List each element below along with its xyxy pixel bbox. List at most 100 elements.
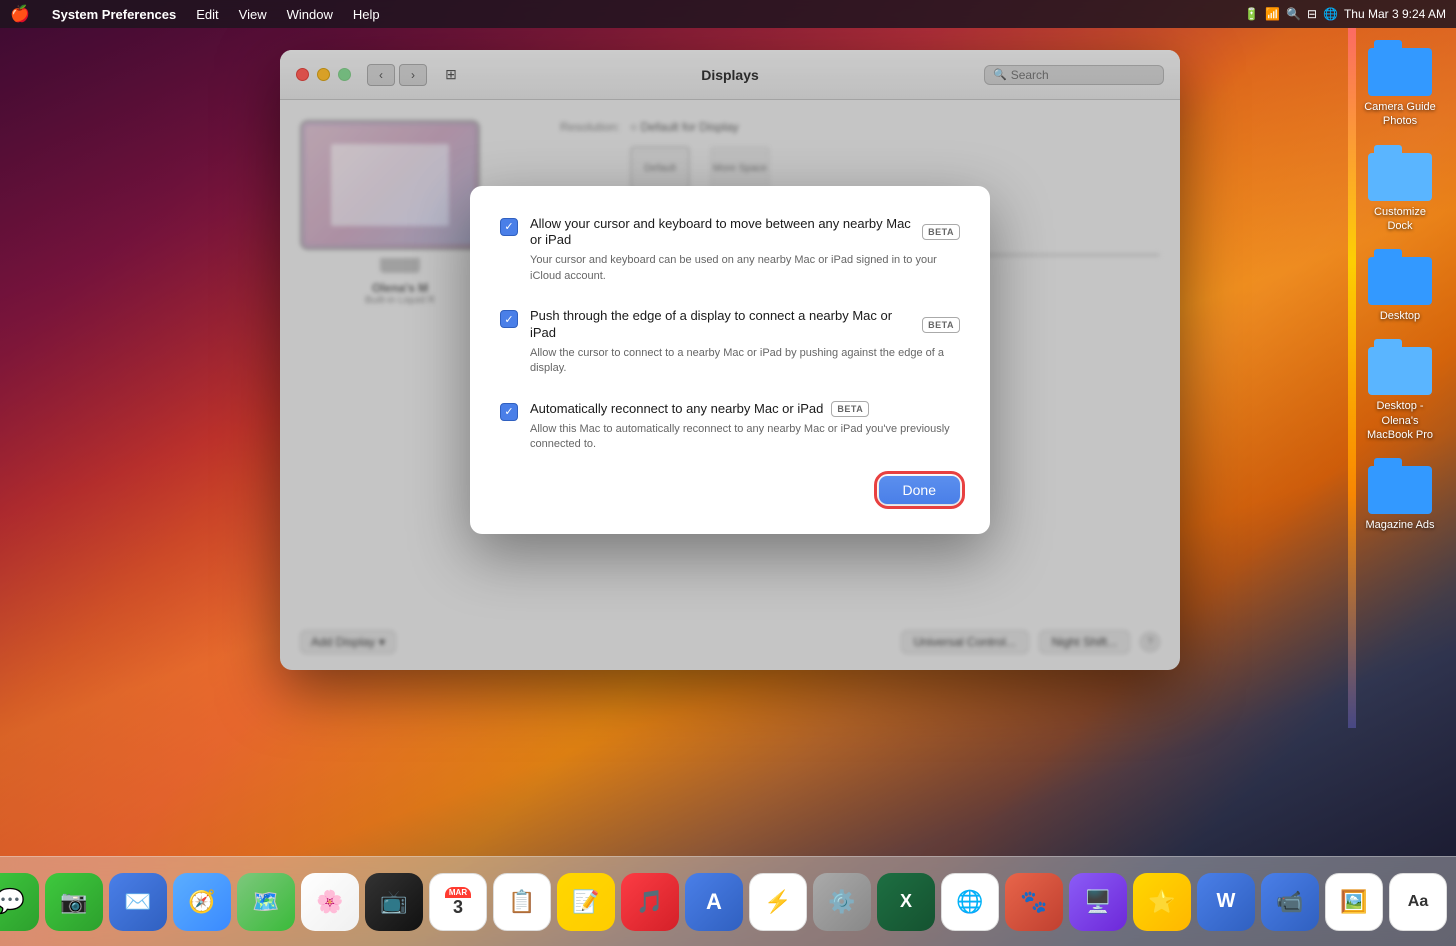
facetime-icon: 📷 [60,889,87,915]
menubar-help[interactable]: Help [345,0,388,28]
decorative-strip [1348,28,1356,728]
menubar-controlcenter[interactable]: ⊟ [1307,7,1317,21]
menubar-search[interactable]: 🔍 [1286,7,1301,21]
checkbox-option-1[interactable]: ✓ [500,218,518,236]
menubar-battery: 🔋 [1244,7,1259,21]
menubar-app-name[interactable]: System Preferences [44,0,184,28]
option-1-title-row: Allow your cursor and keyboard to move b… [530,216,960,250]
checkbox-option-3[interactable]: ✓ [500,403,518,421]
sysprefs-icon: ⚙️ [828,889,855,915]
desktop-icon-desktop-pro[interactable]: Desktop - Olena's MacBook Pro [1360,339,1440,442]
dock-zoom[interactable]: 📹 [1261,873,1319,931]
dock-calendar[interactable]: MAR 3 [429,873,487,931]
option-1-description: Your cursor and keyboard can be used on … [530,253,960,284]
desktop-icon-label: Desktop [1380,309,1420,323]
dock-reminders[interactable]: 📋 [493,873,551,931]
modal-option-3: ✓ Automatically reconnect to any nearby … [500,401,960,453]
messages-icon: 💬 [0,887,25,916]
excel-icon: X [900,891,912,912]
menubar-right: 🔋 📶 🔍 ⊟ 🌐 Thu Mar 3 9:24 AM [1244,7,1456,21]
photos-icon: 🌸 [316,889,343,915]
folder-icon-dock [1368,145,1432,201]
tv-icon: 📺 [380,889,407,915]
dock-notes[interactable]: 📝 [557,873,615,931]
option-2-beta-badge: BETA [922,317,960,333]
option-1-beta-badge: BETA [922,224,960,240]
menubar-left: 🍎 System Preferences Edit View Window He… [0,0,388,28]
dictionary-icon: Aa [1408,893,1428,911]
dock-preview[interactable]: 🖼️ [1325,873,1383,931]
dock-facetime[interactable]: 📷 [45,873,103,931]
stars-icon: ⭐ [1148,889,1175,915]
dock-appstore[interactable]: A [685,873,743,931]
option-1-content: Allow your cursor and keyboard to move b… [530,216,960,285]
desktop-icon-label: Desktop - Olena's MacBook Pro [1360,399,1440,442]
safari-icon: 🧭 [188,889,215,915]
option-2-title-row: Push through the edge of a display to co… [530,308,960,342]
option-1-title: Allow your cursor and keyboard to move b… [530,216,914,250]
screens-icon: 🖥️ [1084,889,1111,915]
desktop-icon-label: Customize Dock [1360,205,1440,234]
desktop-icon-label: Camera Guide Photos [1360,100,1440,129]
option-3-title: Automatically reconnect to any nearby Ma… [530,401,823,418]
menubar-window[interactable]: Window [279,0,341,28]
menubar-view[interactable]: View [231,0,275,28]
dock-music[interactable]: 🎵 [621,873,679,931]
dock-maps[interactable]: 🗺️ [237,873,295,931]
dock-safari[interactable]: 🧭 [173,873,231,931]
desktop-icon-label: Magazine Ads [1365,518,1434,532]
option-2-content: Push through the edge of a display to co… [530,308,960,377]
desktop-icon-camera-guide[interactable]: Camera Guide Photos [1360,40,1440,129]
dock-tv[interactable]: 📺 [365,873,423,931]
universal-control-dialog: ✓ Allow your cursor and keyboard to move… [470,186,990,535]
folder-icon-desktop [1368,249,1432,305]
checkbox-option-2[interactable]: ✓ [500,310,518,328]
dock-word[interactable]: W [1197,873,1255,931]
desktop-icon-desktop[interactable]: Desktop [1360,249,1440,323]
music-icon: 🎵 [636,889,663,915]
notes-icon: 📝 [572,889,599,915]
word-icon: W [1217,890,1236,913]
option-2-title: Push through the edge of a display to co… [530,308,914,342]
option-3-description: Allow this Mac to automatically reconnec… [530,422,960,453]
slack-icon: ⚡ [764,889,791,915]
menubar-siri[interactable]: 🌐 [1323,7,1338,21]
done-button[interactable]: Done [879,476,960,504]
folder-icon-camera [1368,40,1432,96]
dock-sysprefs[interactable]: ⚙️ [813,873,871,931]
menubar-edit[interactable]: Edit [188,0,226,28]
dock-stars[interactable]: ⭐ [1133,873,1191,931]
modal-footer: Done [500,476,960,504]
folder-icon-magazine [1368,458,1432,514]
option-2-description: Allow the cursor to connect to a nearby … [530,346,960,377]
chrome-icon: 🌐 [956,889,983,915]
dock-messages[interactable]: 💬 [0,873,39,931]
menubar: 🍎 System Preferences Edit View Window He… [0,0,1456,28]
dock-paw[interactable]: 🐾 [1005,873,1063,931]
option-3-beta-badge: BETA [831,401,869,417]
menubar-wifi: 📶 [1265,7,1280,21]
preview-icon: 🖼️ [1340,889,1367,915]
zoom-icon: 📹 [1276,889,1303,915]
paw-icon: 🐾 [1020,889,1047,915]
dock-photos[interactable]: 🌸 [301,873,359,931]
desktop-icon-customize-dock[interactable]: Customize Dock [1360,145,1440,234]
desktop-icon-magazine[interactable]: Magazine Ads [1360,458,1440,532]
modal-overlay: ✓ Allow your cursor and keyboard to move… [280,50,1180,670]
option-3-content: Automatically reconnect to any nearby Ma… [530,401,960,453]
dock-excel[interactable]: X [877,873,935,931]
dock-mail[interactable]: ✉️ [109,873,167,931]
mail-icon: ✉️ [124,889,151,915]
dock-screens[interactable]: 🖥️ [1069,873,1127,931]
reminders-icon: 📋 [508,889,535,915]
modal-option-1: ✓ Allow your cursor and keyboard to move… [500,216,960,285]
folder-icon-desktop-pro [1368,339,1432,395]
dock-dictionary[interactable]: Aa [1389,873,1447,931]
menubar-time: Thu Mar 3 9:24 AM [1344,7,1446,21]
dock-slack[interactable]: ⚡ [749,873,807,931]
apple-menu[interactable]: 🍎 [0,0,40,28]
desktop-icons-container: Camera Guide Photos Customize Dock Deskt… [1360,40,1440,533]
done-button-wrapper: Done [879,476,960,504]
maps-icon: 🗺️ [252,889,279,915]
dock-chrome[interactable]: 🌐 [941,873,999,931]
